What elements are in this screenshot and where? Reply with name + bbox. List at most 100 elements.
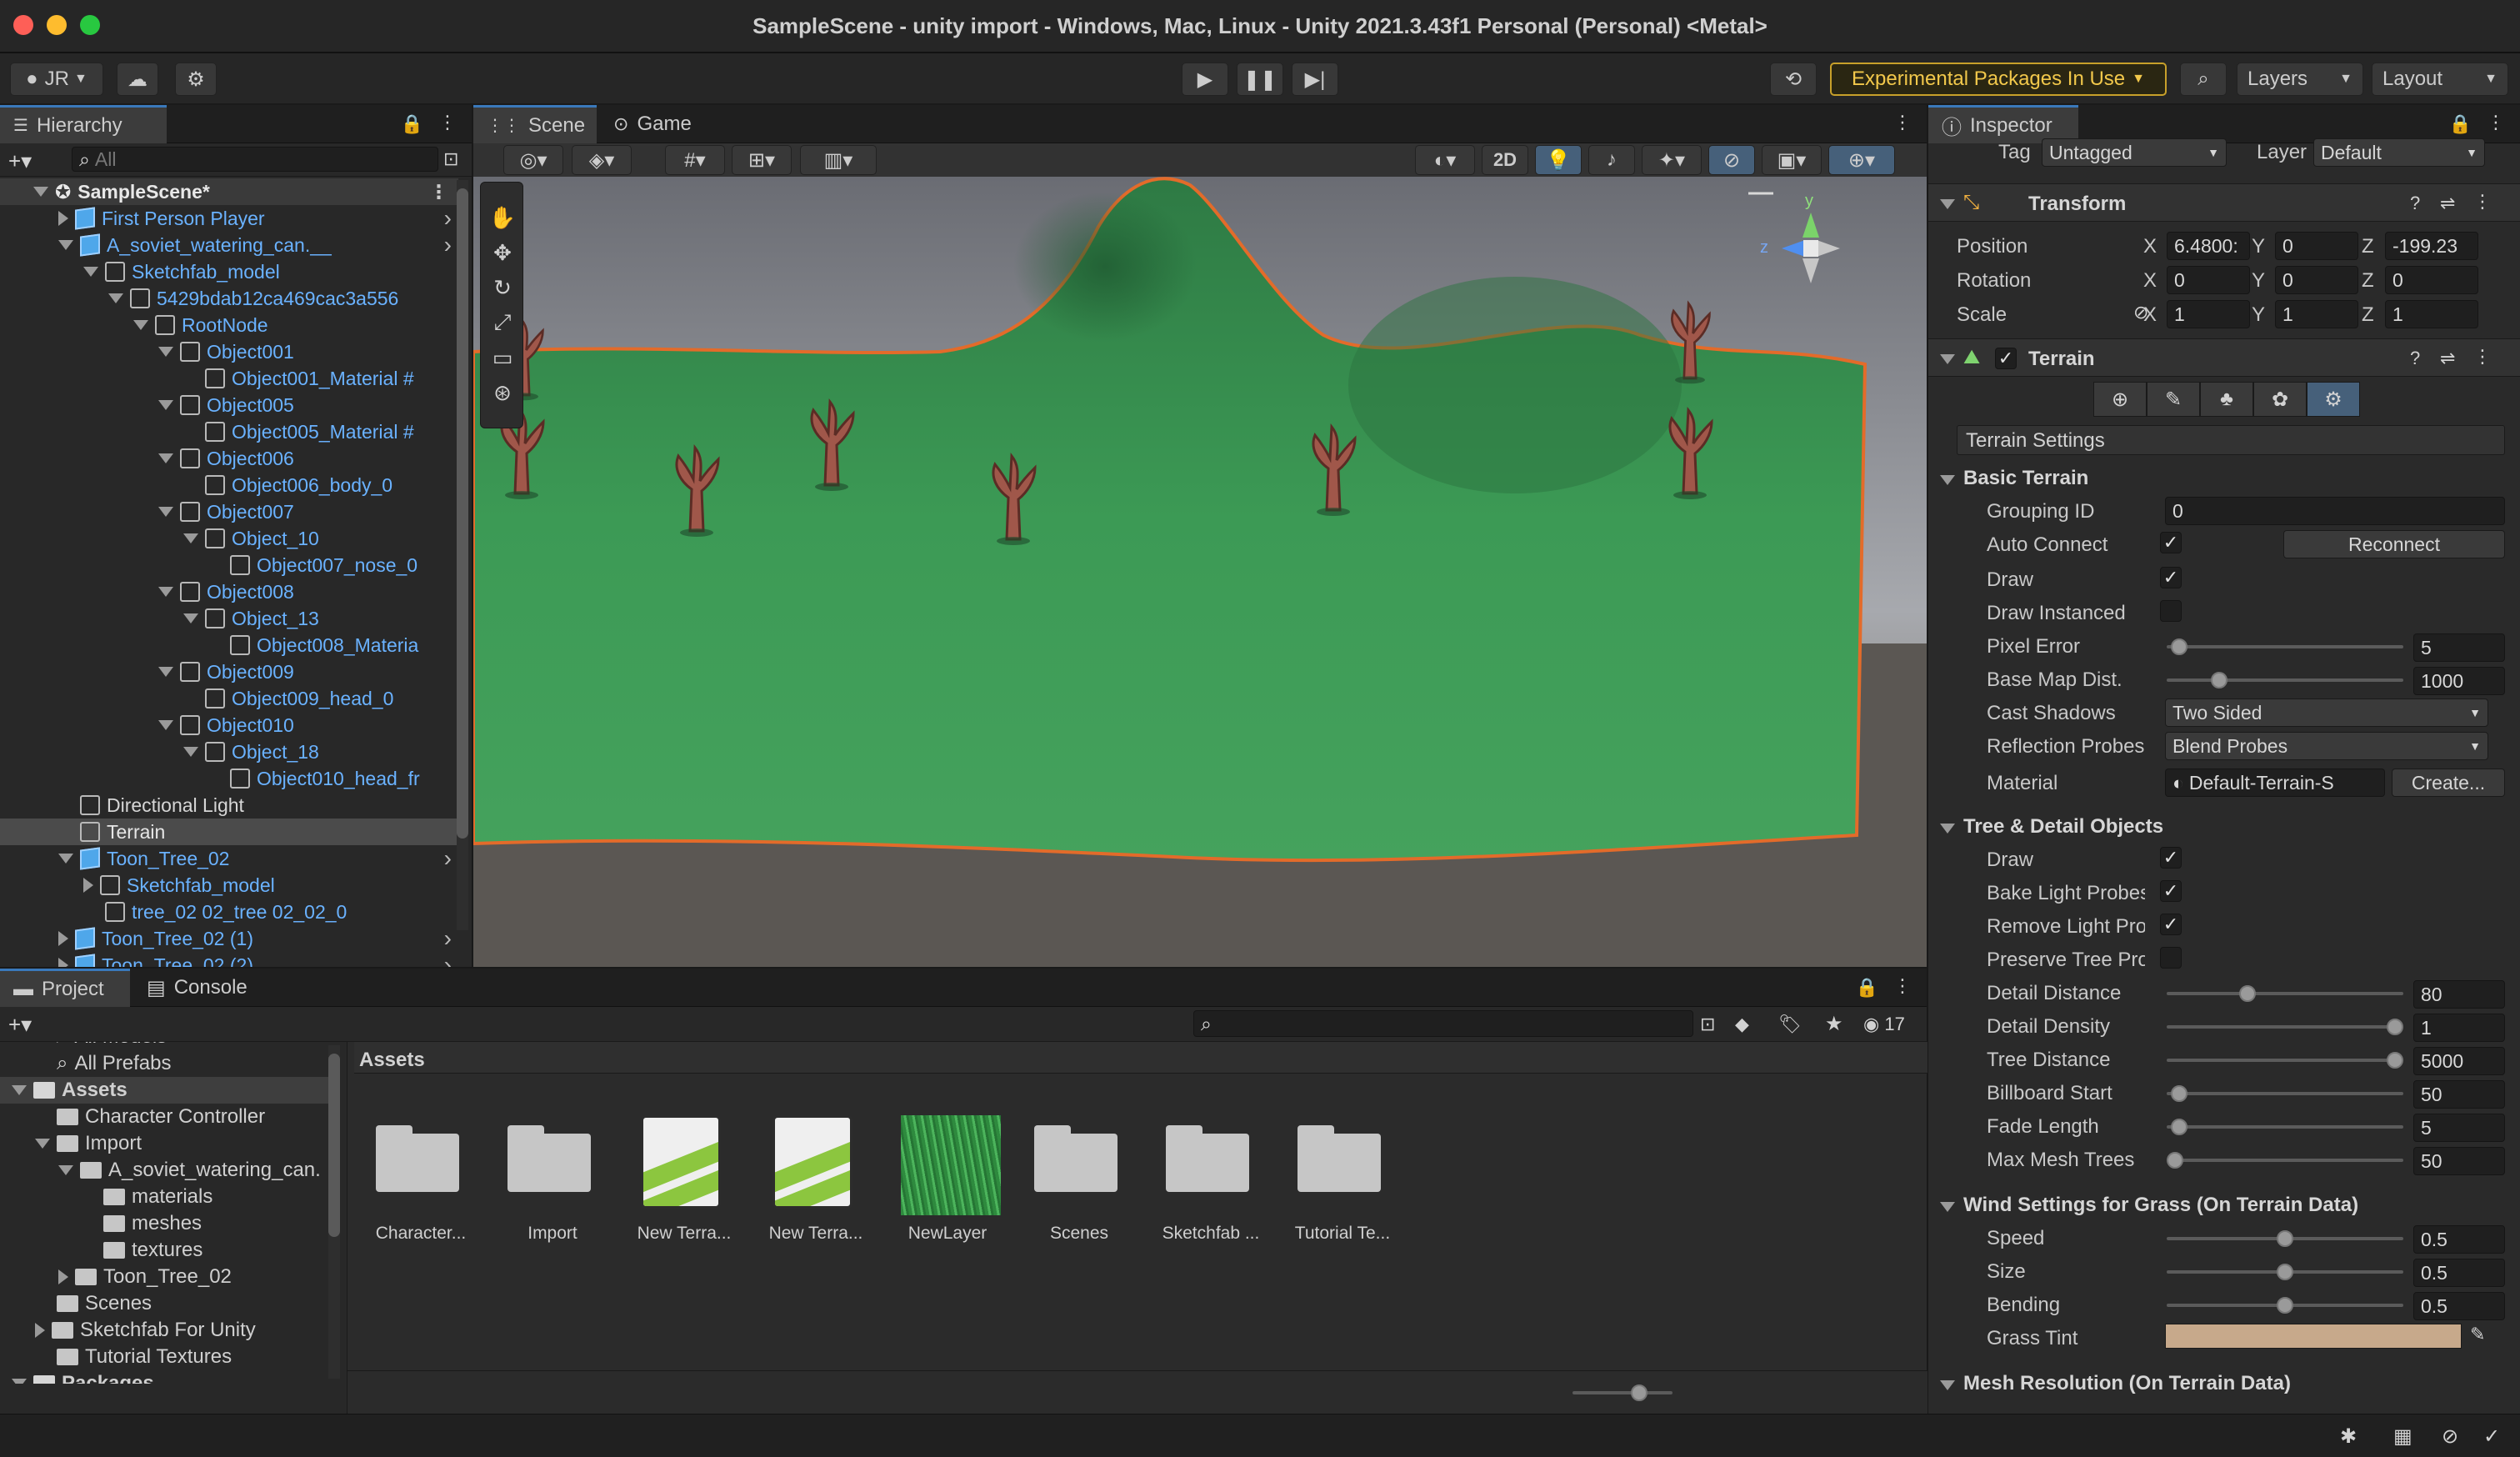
lock-icon[interactable]: 🔒: [1856, 977, 1878, 999]
wind-speed-slider[interactable]: [2167, 1230, 2403, 1247]
project-folder-item[interactable]: textures: [0, 1237, 328, 1264]
increment-snap-dropdown[interactable]: ▥▾: [800, 145, 877, 175]
auto-generate-lighting-icon[interactable]: ⊘: [2442, 1424, 2458, 1449]
project-search-input[interactable]: ⌕: [1193, 1010, 1693, 1037]
basic-terrain-section[interactable]: Basic Terrain: [1963, 467, 2088, 490]
expand-arrow-icon[interactable]: [33, 187, 48, 197]
hierarchy-scrollbar[interactable]: [457, 180, 468, 930]
history-icon[interactable]: ⟲: [1770, 63, 1817, 96]
transform-scale-x-field[interactable]: 1: [2167, 300, 2250, 328]
project-folder-item[interactable]: Tutorial Textures: [0, 1344, 328, 1370]
audio-toggle-icon[interactable]: ♪: [1588, 145, 1635, 175]
orientation-gizmo[interactable]: y z: [1757, 192, 1865, 317]
icon-size-slider[interactable]: [1572, 1384, 1672, 1401]
filter-type-icon[interactable]: ◆: [1735, 1014, 1749, 1035]
tree-distance-field[interactable]: 5000: [2413, 1047, 2505, 1075]
project-folder-item[interactable]: Character Controller: [0, 1104, 328, 1130]
hierarchy-item[interactable]: Object001_Material #: [0, 365, 458, 392]
icon-size-knob[interactable]: [1631, 1384, 1648, 1401]
project-tree-scrollbar[interactable]: [328, 1045, 340, 1379]
create-neighbor-icon[interactable]: ⊕: [2093, 382, 2147, 417]
more-icon[interactable]: ⋮: [1893, 975, 1912, 997]
hierarchy-item[interactable]: Object008: [0, 578, 458, 605]
expand-arrow-icon[interactable]: [183, 533, 198, 543]
draw-instanced-checkbox[interactable]: [2160, 600, 2182, 622]
hierarchy-item[interactable]: Object005: [0, 392, 458, 418]
hierarchy-item[interactable]: Terrain: [0, 819, 458, 845]
cache-icon[interactable]: ▦: [2393, 1424, 2412, 1449]
transform-tool-icon[interactable]: ⊛: [484, 376, 521, 409]
paint-details-icon[interactable]: ✿: [2253, 382, 2307, 417]
asset-item[interactable]: New Terra...: [622, 1074, 748, 1243]
hidden-objects-icon[interactable]: ⊘: [1708, 145, 1755, 175]
hierarchy-item[interactable]: Directional Light: [0, 792, 458, 819]
max-mesh-trees-slider-knob[interactable]: [2167, 1152, 2183, 1169]
wind-speed-slider-knob[interactable]: [2277, 1230, 2293, 1247]
expand-arrow-icon[interactable]: [183, 747, 198, 757]
orientation-dropdown[interactable]: ◐▾: [1415, 145, 1475, 175]
tree-distance-slider[interactable]: [2167, 1052, 2403, 1069]
hierarchy-item[interactable]: Object007: [0, 498, 458, 525]
open-prefab-chevron-icon[interactable]: ›: [444, 205, 452, 232]
more-icon[interactable]: ⋮: [2473, 191, 2492, 213]
hierarchy-item[interactable]: Object_10: [0, 525, 458, 552]
detail-density-slider-knob[interactable]: [2387, 1019, 2403, 1035]
hierarchy-item[interactable]: Toon_Tree_02 (2) ›: [0, 952, 458, 967]
effects-dropdown[interactable]: ✦▾: [1642, 145, 1702, 175]
material-field[interactable]: ◐ Default-Terrain-S: [2165, 769, 2385, 797]
collapse-icon[interactable]: [1940, 824, 1955, 834]
project-folder-item[interactable]: A_soviet_watering_can.: [0, 1157, 328, 1184]
scene-search-icon[interactable]: ⊡: [443, 148, 458, 170]
layer-dropdown[interactable]: Default ▼: [2313, 138, 2485, 167]
asset-item[interactable]: Character...: [359, 1074, 484, 1243]
collapsed-arrow-icon[interactable]: [58, 1269, 68, 1284]
scene-viewport[interactable]: ✋ ✥ ↻ ⤢ ▭ ⊛ y z: [473, 177, 1927, 967]
collapsed-arrow-icon[interactable]: [83, 878, 93, 893]
expand-arrow-icon[interactable]: [158, 453, 173, 463]
play-button[interactable]: ▶: [1182, 63, 1228, 96]
pause-button[interactable]: ❚❚: [1237, 63, 1283, 96]
transform-scale-y-field[interactable]: 1: [2275, 300, 2358, 328]
project-folder-item[interactable]: Toon_Tree_02: [0, 1264, 328, 1290]
hierarchy-item[interactable]: Object_13: [0, 605, 458, 632]
hierarchy-item[interactable]: Object001: [0, 338, 458, 365]
expand-arrow-icon[interactable]: [158, 507, 173, 517]
fade-length-slider-knob[interactable]: [2171, 1119, 2188, 1135]
hierarchy-item[interactable]: Object007_nose_0: [0, 552, 458, 578]
collapse-icon[interactable]: [1940, 1380, 1955, 1390]
asset-item[interactable]: Sketchfab ...: [1149, 1074, 1274, 1243]
open-prefab-chevron-icon[interactable]: ›: [444, 845, 452, 872]
lock-icon[interactable]: 🔒: [401, 113, 423, 135]
more-icon[interactable]: ⋮: [429, 181, 448, 203]
rect-tool-icon[interactable]: ▭: [484, 341, 521, 374]
filter-label-icon[interactable]: 🏷: [1778, 1014, 1802, 1035]
shading-dropdown[interactable]: ◈▾: [572, 145, 632, 175]
base-map-dist-slider[interactable]: [2167, 672, 2403, 688]
max-mesh-trees-slider[interactable]: [2167, 1152, 2403, 1169]
expand-arrow-icon[interactable]: [12, 1379, 27, 1384]
toggle-2d-button[interactable]: 2D: [1482, 145, 1528, 175]
move-tool-icon[interactable]: ✥: [484, 236, 521, 269]
grass-tint-swatch[interactable]: [2165, 1324, 2462, 1349]
more-icon[interactable]: ⋮: [2473, 346, 2492, 368]
transform-rotation-z-field[interactable]: 0: [2385, 266, 2478, 294]
open-prefab-chevron-icon[interactable]: ›: [444, 952, 452, 967]
asset-breadcrumb[interactable]: Assets: [354, 1042, 1928, 1074]
expand-arrow-icon[interactable]: [158, 400, 173, 410]
layers-dropdown[interactable]: Layers ▼: [2237, 63, 2363, 96]
wind-settings-section[interactable]: Wind Settings for Grass (On Terrain Data…: [1963, 1194, 2358, 1217]
tree-draw-checkbox[interactable]: ✓: [2160, 847, 2182, 869]
step-button[interactable]: ▶|: [1292, 63, 1338, 96]
hierarchy-item[interactable]: Sketchfab_model: [0, 872, 458, 899]
pixel-error-slider[interactable]: [2167, 638, 2403, 655]
grid-snap-dropdown[interactable]: #▾: [665, 145, 725, 175]
hierarchy-item[interactable]: RootNode: [0, 312, 458, 338]
hierarchy-item[interactable]: A_soviet_watering_can.__ ›: [0, 232, 458, 258]
transform-rotation-y-field[interactable]: 0: [2275, 266, 2358, 294]
collapsed-arrow-icon[interactable]: [58, 211, 68, 226]
terrain-enabled-checkbox[interactable]: ✓: [1995, 348, 2017, 369]
base-map-dist-slider-knob[interactable]: [2211, 672, 2228, 688]
expand-arrow-icon[interactable]: [35, 1139, 50, 1149]
wind-bending-field[interactable]: 0.5: [2413, 1292, 2505, 1320]
billboard-start-field[interactable]: 50: [2413, 1080, 2505, 1109]
